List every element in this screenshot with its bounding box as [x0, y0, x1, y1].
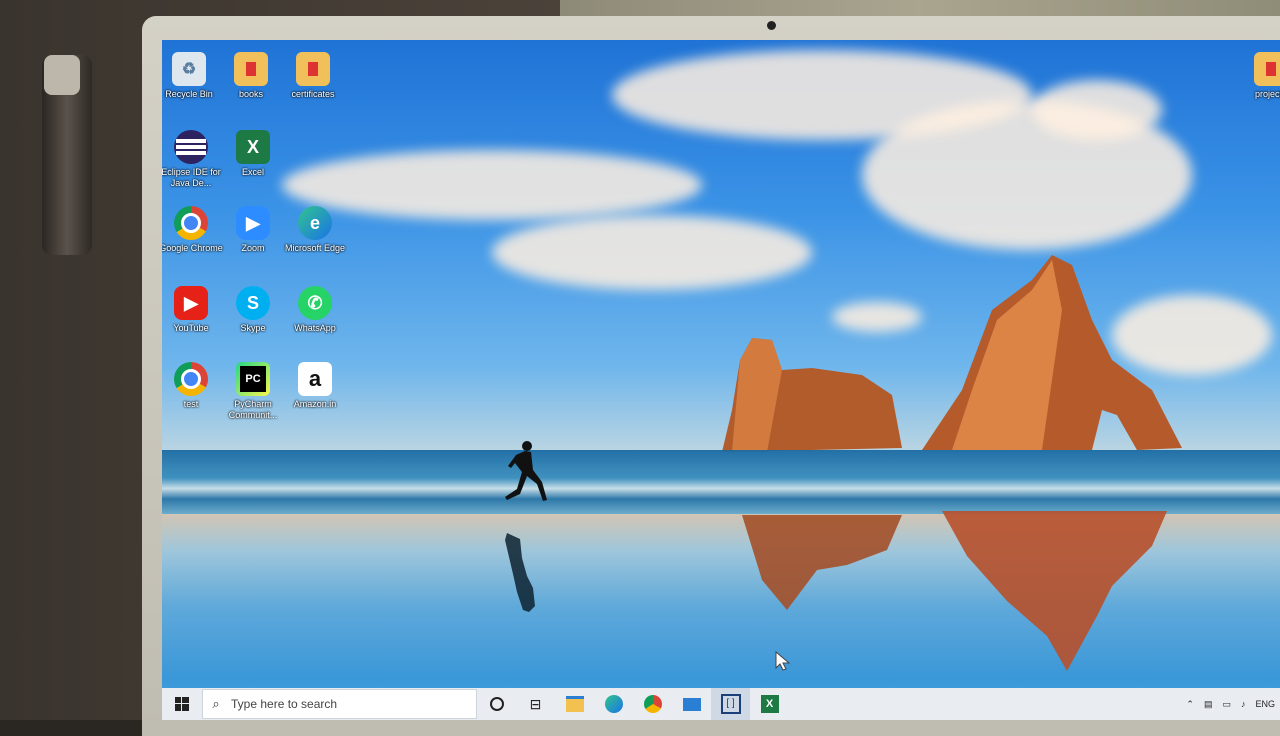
battery-icon[interactable]: ▭: [1222, 699, 1231, 710]
folder-icon: [565, 696, 584, 712]
excel-glyph: X: [236, 130, 270, 164]
folder-glyph: [296, 52, 330, 86]
books-folder-icon[interactable]: books: [216, 52, 286, 100]
icon-label: Excel: [241, 167, 264, 177]
chevron-up-icon[interactable]: ⌃: [1186, 699, 1194, 710]
icon-label: Microsoft Edge: [284, 243, 346, 253]
whatsapp-glyph: ✆: [298, 286, 332, 320]
excel-taskbar-button[interactable]: X: [750, 688, 789, 720]
mail-taskbar-button[interactable]: [672, 688, 711, 720]
chrome-icon: [643, 695, 662, 713]
edge-glyph: e: [298, 206, 332, 240]
amazon-glyph: a: [298, 362, 332, 396]
wallpaper-reflection-small: [742, 515, 902, 610]
mail-icon: [682, 697, 701, 711]
recycle-bin-icon[interactable]: ♻ Recycle Bin: [162, 52, 224, 100]
icon-label: Google Chrome: [162, 243, 223, 253]
icon-label: books: [238, 89, 264, 99]
google-chrome-icon[interactable]: Google Chrome: [162, 206, 226, 254]
icon-label: WhatsApp: [294, 323, 336, 333]
icon-label: project2: [1254, 89, 1280, 99]
skype-icon[interactable]: S Skype: [218, 286, 288, 334]
mouse-cursor-icon: [775, 650, 791, 671]
icon-label: Eclipse IDE for Java De...: [162, 167, 221, 188]
icon-label: test: [183, 399, 199, 409]
pycharm-icon[interactable]: PC PyCharm Communit...: [218, 362, 288, 421]
icon-label: PyCharm Communit...: [228, 399, 278, 420]
test-chrome-icon[interactable]: test: [162, 362, 226, 410]
wallpaper-cloud: [832, 302, 922, 332]
wallpaper-rock-small: [722, 338, 902, 452]
whatsapp-icon[interactable]: ✆ WhatsApp: [280, 286, 350, 334]
windows-icon: [175, 697, 189, 711]
chrome-glyph: [174, 362, 208, 396]
project-folder-icon[interactable]: project2: [1236, 52, 1280, 100]
zoom-icon[interactable]: ▶ Zoom: [218, 206, 288, 254]
icon-label: Amazon.in: [293, 399, 337, 409]
taskbar-search[interactable]: ⌕: [202, 689, 477, 719]
chrome-taskbar-button[interactable]: [633, 688, 672, 720]
excel-icon[interactable]: X Excel: [218, 130, 288, 178]
recycle-bin-glyph: ♻: [172, 52, 206, 86]
icon-label: Skype: [240, 323, 266, 333]
search-input[interactable]: [229, 696, 463, 712]
cortana-circle-icon: [489, 697, 504, 711]
youtube-icon[interactable]: ▶ YouTube: [162, 286, 226, 334]
icon-label: YouTube: [173, 323, 209, 333]
start-button[interactable]: [162, 688, 202, 720]
icon-label: Recycle Bin: [165, 89, 213, 99]
wallpaper-cloud: [1032, 80, 1162, 140]
wallpaper-cloud: [492, 215, 812, 290]
task-view-button[interactable]: ⊟: [516, 688, 555, 720]
skype-glyph: S: [236, 286, 270, 320]
webcam: [767, 21, 776, 30]
wallpaper-rock-arch: [922, 255, 1182, 450]
file-explorer-button[interactable]: [555, 688, 594, 720]
pycharm-glyph: PC: [236, 362, 270, 396]
zoom-glyph: ▶: [236, 206, 270, 240]
edge-icon: [604, 695, 623, 713]
eclipse-glyph: [174, 130, 208, 164]
certificates-folder-icon[interactable]: certificates: [278, 52, 348, 100]
icon-label: Zoom: [241, 243, 265, 253]
wallpaper-runner: [505, 441, 547, 501]
search-icon: ⌕: [212, 696, 220, 711]
desktop-screen: ♻ Recycle Bin books certificates Eclipse…: [162, 40, 1280, 720]
chrome-glyph: [174, 206, 208, 240]
folder-glyph: [1254, 52, 1280, 86]
eclipse-ide-icon[interactable]: Eclipse IDE for Java De...: [162, 130, 226, 189]
folder-glyph: [234, 52, 268, 86]
youtube-glyph: ▶: [174, 286, 208, 320]
network-icon[interactable]: ▤: [1204, 699, 1213, 710]
microsoft-edge-icon[interactable]: e Microsoft Edge: [280, 206, 350, 254]
amazon-icon[interactable]: a Amazon.in: [280, 362, 350, 410]
bracket-app-button[interactable]: [ ]: [711, 688, 750, 720]
excel-icon: X: [760, 695, 779, 713]
cortana-button[interactable]: [477, 688, 516, 720]
taskbar: ⌕ ⊟ [ ] X ⌃ ▤ ▭ ♪ E: [162, 688, 1280, 720]
wallpaper-reflection-arch: [942, 511, 1167, 671]
wall-hook: [42, 55, 92, 255]
volume-icon[interactable]: ♪: [1241, 699, 1246, 709]
task-view-icon: ⊟: [529, 695, 542, 712]
system-tray: ⌃ ▤ ▭ ♪ ENG: [1181, 688, 1280, 720]
language-indicator[interactable]: ENG: [1255, 699, 1275, 709]
wallpaper-runner-reflection: [505, 533, 535, 612]
icon-label: certificates: [291, 89, 335, 99]
bracket-app-icon: [ ]: [720, 694, 741, 714]
edge-taskbar-button[interactable]: [594, 688, 633, 720]
